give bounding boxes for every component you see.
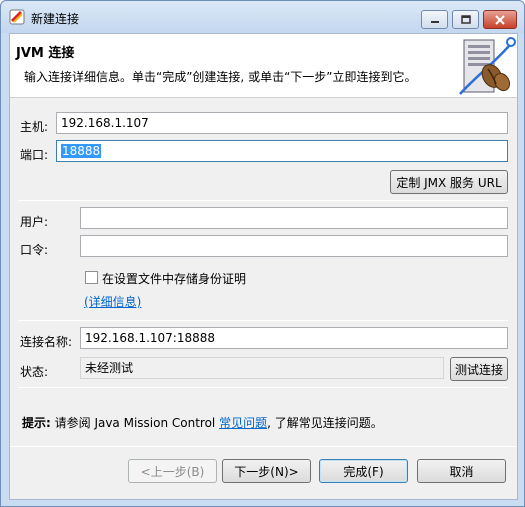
store-credentials-checkbox[interactable] <box>85 271 98 284</box>
minimize-icon <box>430 20 439 23</box>
eclipse-app-icon <box>9 9 25 25</box>
faq-link[interactable]: 常见问题 <box>219 416 267 430</box>
hint-text-after: , 了解常见连接问题。 <box>267 416 383 430</box>
hint-text: 提示: 请参阅 Java Mission Control 常见问题, 了解常见连… <box>22 414 383 431</box>
window-title: 新建连接 <box>31 12 80 26</box>
port-value-selected: 18888 <box>61 144 102 158</box>
maximize-icon <box>460 15 471 24</box>
password-input[interactable] <box>80 235 508 257</box>
status-value: 未经测试 <box>80 357 444 379</box>
details-link[interactable]: (详细信息) <box>84 293 141 310</box>
host-label: 主机: <box>20 120 49 134</box>
back-button[interactable]: <上一步(B) <box>128 459 217 483</box>
test-connection-button[interactable]: 测试连接 <box>450 357 508 381</box>
close-icon <box>495 14 505 25</box>
cancel-button[interactable]: 取消 <box>417 459 506 483</box>
status-label: 状态: <box>20 365 49 379</box>
minimize-button[interactable] <box>421 10 448 29</box>
separator <box>18 200 508 201</box>
hint-text-before: 请参阅 Java Mission Control <box>50 416 220 430</box>
custom-jmx-url-button[interactable]: 定制 JMX 服务 URL <box>390 170 508 194</box>
close-button[interactable] <box>483 10 517 29</box>
connection-name-input[interactable]: 192.168.1.107:18888 <box>80 327 508 349</box>
title-bar[interactable]: 新建连接 <box>1 1 524 33</box>
separator <box>18 320 508 321</box>
password-label: 口令: <box>20 243 49 257</box>
jvm-connection-icon <box>459 37 516 95</box>
dialog-window: 新建连接 JVM 连接 输入连接详细信息。单击“完成”创建连接, 或单击“下一步… <box>0 0 525 507</box>
page-title: JVM 连接 <box>16 46 75 61</box>
separator <box>18 387 508 388</box>
finish-button[interactable]: 完成(F) <box>319 459 408 483</box>
store-credentials-label[interactable]: 在设置文件中存储身份证明 <box>102 270 246 287</box>
dialog-client-area: JVM 连接 输入连接详细信息。单击“完成”创建连接, 或单击“下一步”立即连接… <box>9 33 518 500</box>
user-input[interactable] <box>80 207 508 229</box>
next-button[interactable]: 下一步(N)> <box>222 459 311 483</box>
host-input[interactable]: 192.168.1.107 <box>56 112 508 134</box>
connection-name-label: 连接名称: <box>20 335 73 349</box>
page-description: 输入连接详细信息。单击“完成”创建连接, 或单击“下一步”立即连接到它。 <box>24 70 417 84</box>
maximize-button[interactable] <box>452 10 479 29</box>
hint-prefix: 提示: <box>22 416 51 430</box>
port-input[interactable]: 18888 <box>56 140 508 162</box>
port-label: 端口: <box>20 148 49 162</box>
user-label: 用户: <box>20 215 49 229</box>
wizard-header: JVM 连接 输入连接详细信息。单击“完成”创建连接, 或单击“下一步”立即连接… <box>10 34 517 98</box>
separator <box>10 446 517 447</box>
